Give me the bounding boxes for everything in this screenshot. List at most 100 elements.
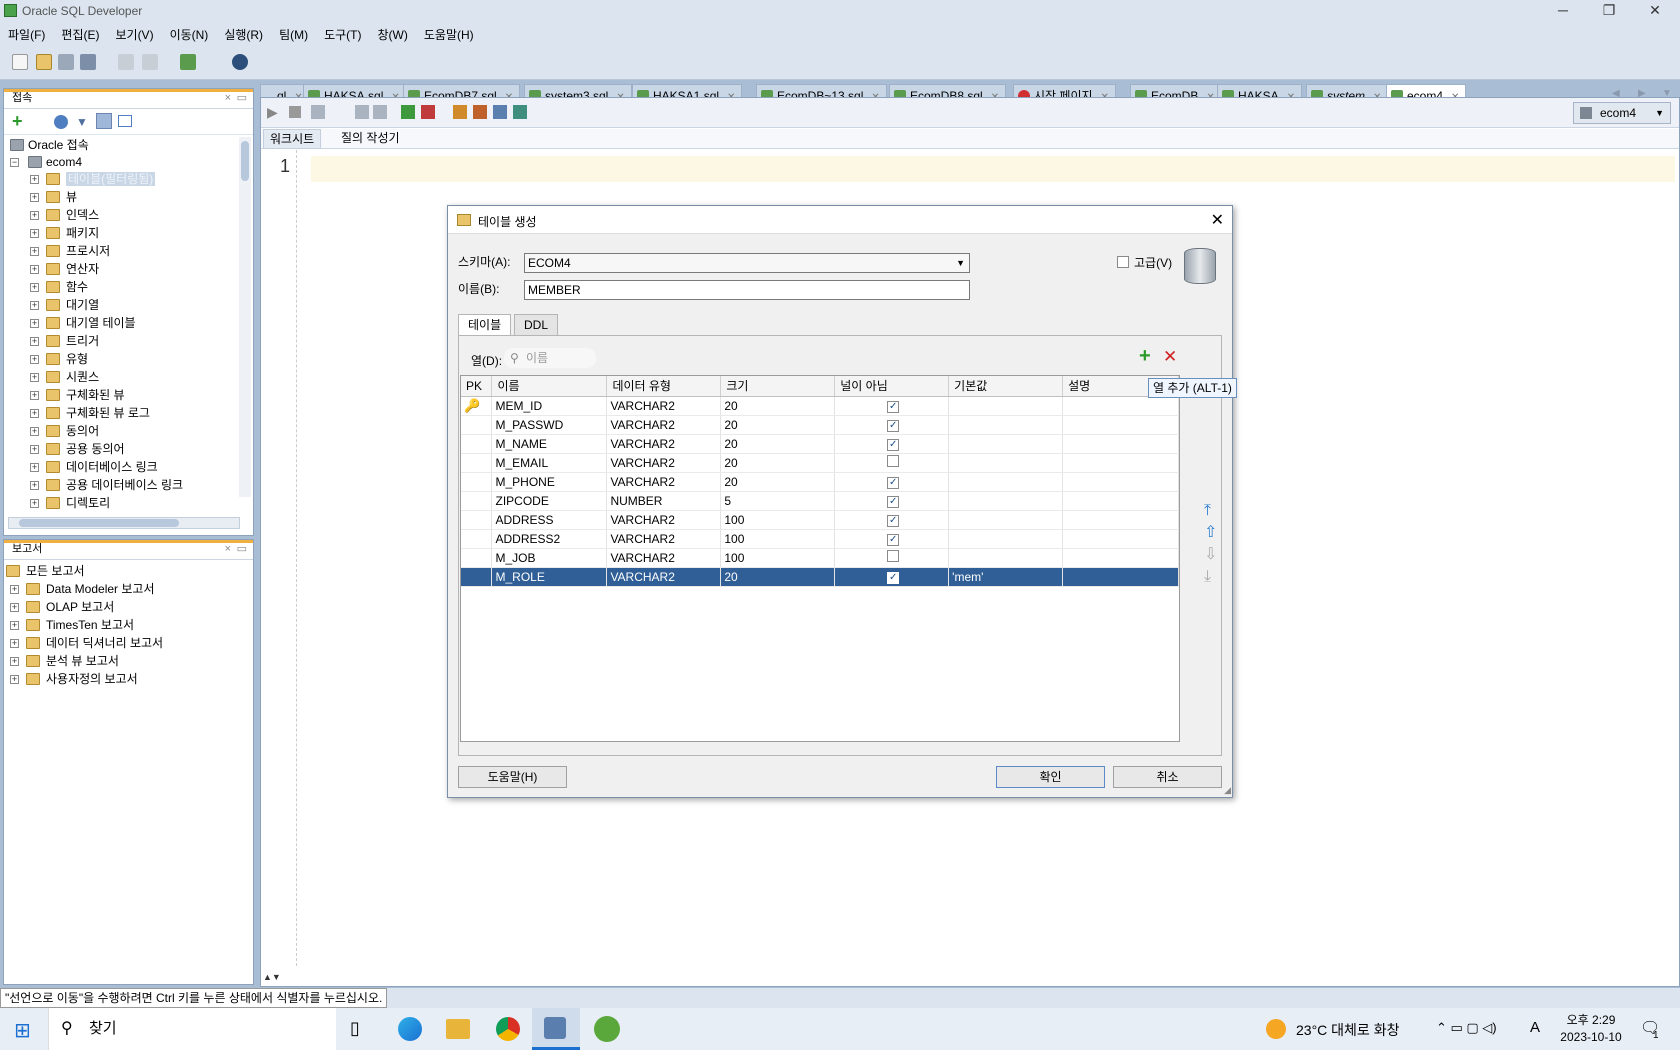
tab-query-builder[interactable]: 질의 작성기 [335,129,406,149]
header-default[interactable]: 기본값 [948,376,1064,397]
tree-item[interactable]: + 구체화된 뷰 [28,387,125,404]
report-tree-item[interactable]: + 사용자정의 보고서 [8,671,138,688]
chrome-icon[interactable] [496,1017,520,1041]
sql-history-icon[interactable] [493,105,507,119]
expand-toggle-icon[interactable]: + [10,639,19,648]
column-row[interactable]: M_PASSWD VARCHAR2 20 ✓ [461,415,1179,435]
tree-item[interactable]: + 공용 데이터베이스 링크 [28,477,183,494]
format-icon[interactable] [513,105,527,119]
pk-cell[interactable] [461,415,493,435]
expand-toggle-icon[interactable]: + [30,265,39,274]
ime-indicator[interactable]: A [1530,1019,1540,1036]
comment-cell[interactable] [1062,415,1179,435]
header-name[interactable]: 이름 [491,376,608,397]
type-cell[interactable]: VARCHAR2 [606,434,722,454]
move-to-bottom-icon[interactable]: ⤓ [1204,566,1217,588]
pk-cell[interactable] [461,510,493,530]
expand-toggle-icon[interactable]: + [30,193,39,202]
comment-cell[interactable] [1062,567,1179,587]
size-cell[interactable]: 20 [720,415,836,435]
refresh-icon[interactable] [54,115,68,129]
not-null-checkbox[interactable]: ✓ [887,572,900,584]
close-icon[interactable]: × [225,540,231,558]
column-row[interactable]: M_ROLE VARCHAR2 20 ✓ 'mem' [461,567,1179,587]
header-not-null[interactable]: 널이 아님 [834,376,950,397]
maximize-button[interactable]: ❐ [1586,0,1632,22]
expand-toggle-icon[interactable]: + [30,481,39,490]
spring-tool-icon[interactable] [594,1016,620,1042]
minimize-panel-icon[interactable]: ▭ [237,89,247,107]
minimize-button[interactable]: ─ [1540,0,1586,22]
name-cell[interactable]: ADDRESS [491,510,608,530]
comment-cell[interactable] [1062,548,1179,568]
resize-grip-icon[interactable]: ◢ [1224,785,1231,796]
header-data-type[interactable]: 데이터 유형 [606,376,722,397]
expand-toggle-icon[interactable]: + [10,603,19,612]
undo-icon[interactable] [118,54,134,70]
report-tree-item[interactable]: + OLAP 보고서 [8,599,114,616]
vertical-scrollbar[interactable] [239,137,251,497]
default-cell[interactable] [948,453,1064,473]
expand-toggle-icon[interactable]: + [10,585,19,594]
tab-table[interactable]: 테이블 [458,314,512,336]
expand-toggle-icon[interactable]: + [30,409,39,418]
comment-cell[interactable] [1062,491,1179,511]
autotrace-icon[interactable] [311,105,325,119]
type-cell[interactable]: VARCHAR2 [606,453,722,473]
add-column-button[interactable]: + [1139,346,1151,366]
expand-toggle-icon[interactable]: + [10,657,19,666]
default-cell[interactable] [948,396,1064,416]
ok-button[interactable]: 확인 [996,766,1105,788]
type-cell[interactable]: VARCHAR2 [606,472,722,492]
commit-icon[interactable] [401,105,415,119]
not-null-checkbox[interactable]: ✓ [887,401,900,413]
size-cell[interactable]: 20 [720,453,836,473]
menu-view[interactable]: 보기(V) [107,26,161,43]
column-row[interactable]: ZIPCODE NUMBER 5 ✓ [461,491,1179,511]
column-row[interactable]: M_NAME VARCHAR2 20 ✓ [461,434,1179,454]
close-window-button[interactable]: ✕ [1632,0,1678,22]
remove-column-button[interactable]: ✕ [1163,348,1177,366]
not-null-checkbox[interactable]: ✓ [887,496,900,508]
connection-select[interactable]: ecom4 ▼ [1573,102,1671,124]
run-statement-icon[interactable]: ▶ [267,104,278,121]
pk-cell[interactable] [461,548,493,568]
redo-icon[interactable] [142,54,158,70]
not-null-cell[interactable]: ✓ [834,510,950,530]
not-null-cell[interactable] [834,453,950,473]
report-tree-item[interactable]: + 분석 뷰 보고서 [8,653,119,670]
header-pk[interactable]: PK [461,376,493,397]
comment-cell[interactable] [1062,396,1179,416]
type-cell[interactable]: VARCHAR2 [606,567,722,587]
expand-toggle-icon[interactable]: + [30,499,39,508]
menu-tools[interactable]: 도구(T) [316,26,369,43]
type-cell[interactable]: VARCHAR2 [606,415,722,435]
default-cell[interactable] [948,472,1064,492]
expand-toggle-icon[interactable]: + [10,675,19,684]
not-null-cell[interactable] [834,548,950,568]
help-button[interactable]: 도움말(H) [458,766,567,788]
oracle-connections-node[interactable]: Oracle 접속 [10,137,89,154]
expand-toggle-icon[interactable]: + [30,445,39,454]
pk-cell[interactable] [461,434,493,454]
weather-text[interactable]: 23°C 대체로 화창 [1296,1020,1399,1040]
clock-date[interactable]: 2023-10-10 [1553,1030,1629,1044]
pk-cell[interactable] [461,567,493,587]
schema-browser-icon[interactable] [96,113,112,129]
not-null-checkbox[interactable]: ✓ [887,477,900,489]
tree-item[interactable]: + 인덱스 [28,207,99,224]
comment-cell[interactable] [1062,434,1179,454]
pk-cell[interactable] [461,453,493,473]
expand-toggle-icon[interactable]: + [30,247,39,256]
tree-item[interactable]: + 트리거 [28,333,99,350]
move-to-top-icon[interactable]: ⤒ [1204,500,1217,522]
task-view-icon[interactable]: ▯ [350,1018,360,1039]
header-size[interactable]: 크기 [720,376,836,397]
not-null-checkbox[interactable]: ✓ [887,420,900,432]
scrollbar-thumb[interactable] [19,519,179,527]
horizontal-scrollbar[interactable] [8,517,240,529]
tree-item[interactable]: + 공용 동의어 [28,441,125,458]
column-row[interactable]: M_EMAIL VARCHAR2 20 [461,453,1179,473]
tree-item[interactable]: + 패키지 [28,225,99,242]
expand-toggle-icon[interactable]: + [30,463,39,472]
